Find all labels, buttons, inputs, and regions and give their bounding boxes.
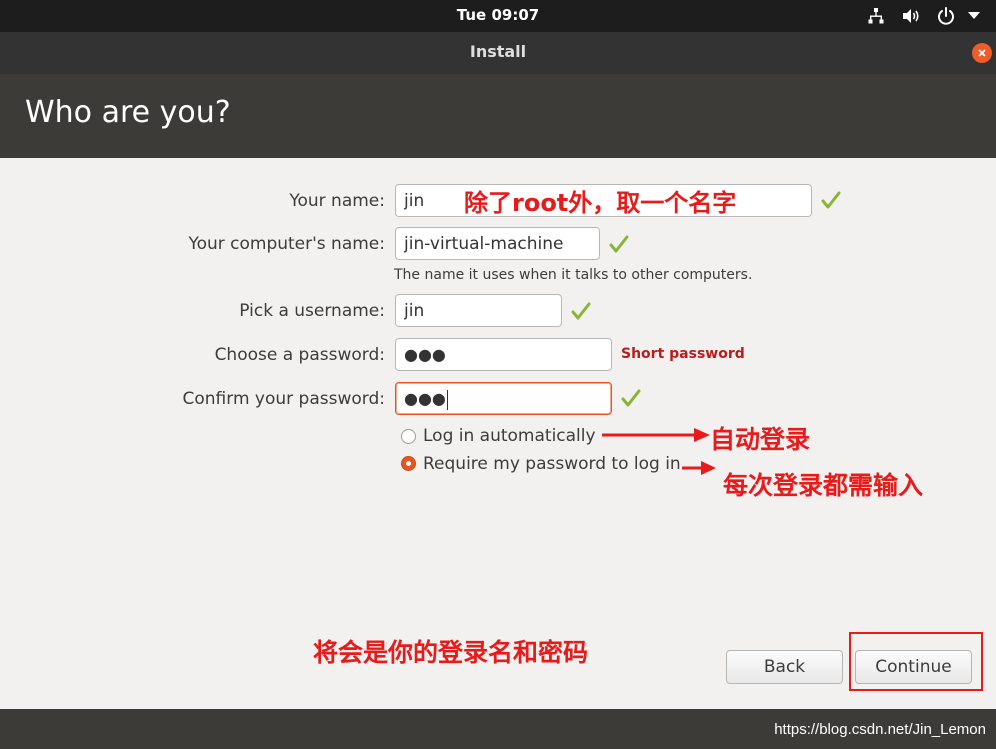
username-input[interactable] — [395, 294, 562, 327]
check-icon — [571, 302, 591, 320]
radio-require-password[interactable] — [401, 456, 416, 471]
name-label: Your name: — [289, 191, 385, 211]
password-strength-indicator: Short password — [621, 346, 745, 362]
power-icon[interactable] — [935, 5, 957, 27]
watermark: https://blog.csdn.net/Jin_Lemon — [774, 721, 986, 738]
volume-icon[interactable] — [900, 5, 922, 27]
password-input[interactable]: ●●● — [395, 338, 612, 371]
computer-name-hint: The name it uses when it talks to other … — [394, 267, 753, 283]
annotation-auto-login-note: 自动登录 — [710, 425, 811, 454]
page-title: Who are you? — [25, 95, 231, 130]
annotation-arrow — [602, 428, 710, 442]
top-panel: Tue 09:07 — [0, 0, 996, 32]
text-cursor — [446, 389, 448, 410]
log-in-automatically-label[interactable]: Log in automatically — [423, 426, 596, 446]
confirm-password-input[interactable]: ●●● — [395, 382, 612, 415]
close-button[interactable] — [972, 43, 992, 63]
window-title: Install — [469, 42, 527, 61]
check-icon — [621, 389, 641, 407]
require-password-label[interactable]: Require my password to log in — [423, 454, 681, 474]
window-titlebar: Install — [0, 32, 996, 74]
check-icon — [821, 191, 841, 209]
username-label: Pick a username: — [239, 301, 385, 321]
password-label: Choose a password: — [214, 345, 385, 365]
back-button[interactable]: Back — [726, 650, 843, 684]
annotation-name-note: 除了root外，取一个名字 — [464, 189, 737, 217]
radio-log-in-automatically[interactable] — [401, 429, 416, 444]
check-icon — [609, 235, 629, 253]
close-icon — [978, 49, 986, 57]
clock[interactable]: Tue 09:07 — [0, 6, 996, 24]
confirm-password-value: ●●● — [404, 389, 446, 408]
network-icon[interactable] — [865, 5, 887, 27]
confirm-password-label: Confirm your password: — [182, 389, 385, 409]
annotation-login-name-note: 将会是你的登录名和密码 — [313, 638, 589, 667]
computer-name-input[interactable] — [395, 227, 600, 260]
continue-button[interactable]: Continue — [855, 650, 972, 684]
annotation-require-password-note: 每次登录都需输入 — [723, 471, 924, 500]
chevron-down-icon[interactable] — [965, 5, 983, 27]
annotation-arrow — [682, 461, 716, 475]
computer-name-label: Your computer's name: — [188, 234, 385, 254]
